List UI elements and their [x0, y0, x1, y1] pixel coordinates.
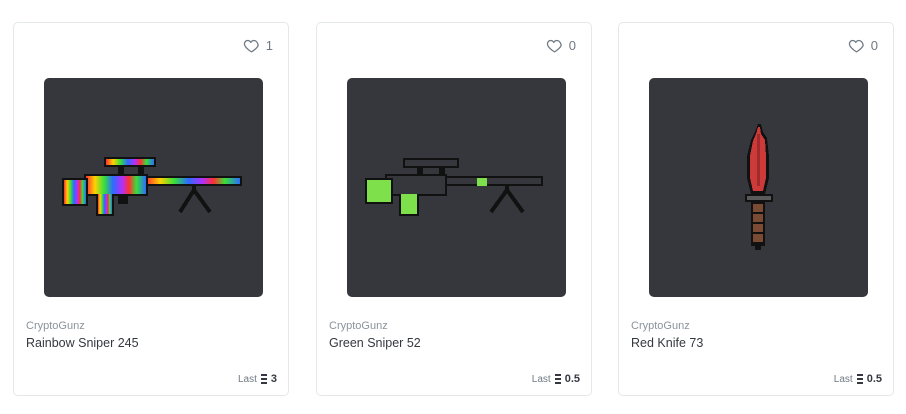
heart-icon [243, 39, 259, 53]
price-value: 0.5 [564, 373, 580, 385]
last-label: Last [237, 373, 257, 385]
favorite-count: 1 [265, 38, 273, 53]
favorite-count: 0 [870, 38, 878, 53]
favorite-count: 0 [568, 38, 576, 53]
ethereum-icon [554, 374, 561, 384]
collection-name[interactable]: CryptoGunz [631, 320, 690, 332]
price-value: 3 [270, 373, 277, 385]
favorite-button[interactable]: 0 [848, 37, 878, 54]
ethereum-icon [260, 374, 267, 384]
red-knife-image [745, 124, 773, 250]
last-label: Last [833, 373, 853, 385]
price-value: 0.5 [866, 373, 882, 385]
favorite-button[interactable]: 1 [243, 37, 273, 54]
nft-title[interactable]: Red Knife 73 [631, 336, 703, 350]
nft-image[interactable] [44, 78, 263, 297]
collection-name[interactable]: CryptoGunz [26, 320, 85, 332]
collection-name[interactable]: CryptoGunz [329, 320, 388, 332]
nft-card[interactable]: 0 CryptoGunz Green Sniper 52 Last 0.5 [316, 22, 592, 396]
nft-card[interactable]: 0 CryptoGunz Red Knife 73 Last 0.5 [618, 22, 894, 396]
nft-title[interactable]: Rainbow Sniper 245 [26, 336, 139, 350]
last-sale-price: Last 0.5 [532, 373, 580, 385]
last-sale-price: Last 3 [238, 373, 277, 385]
heart-icon [546, 39, 562, 53]
last-label: Last [531, 373, 551, 385]
last-sale-price: Last 0.5 [834, 373, 882, 385]
heart-icon [848, 39, 864, 53]
favorite-button[interactable]: 0 [546, 37, 576, 54]
nft-title[interactable]: Green Sniper 52 [329, 336, 421, 350]
ethereum-icon [856, 374, 863, 384]
nft-image[interactable] [649, 78, 868, 297]
nft-image[interactable] [347, 78, 566, 297]
rainbow-sniper-image [62, 157, 242, 216]
green-sniper-image [365, 158, 543, 216]
nft-card[interactable]: 1 CryptoGunz Rainbow Sniper 245 Last 3 [13, 22, 289, 396]
